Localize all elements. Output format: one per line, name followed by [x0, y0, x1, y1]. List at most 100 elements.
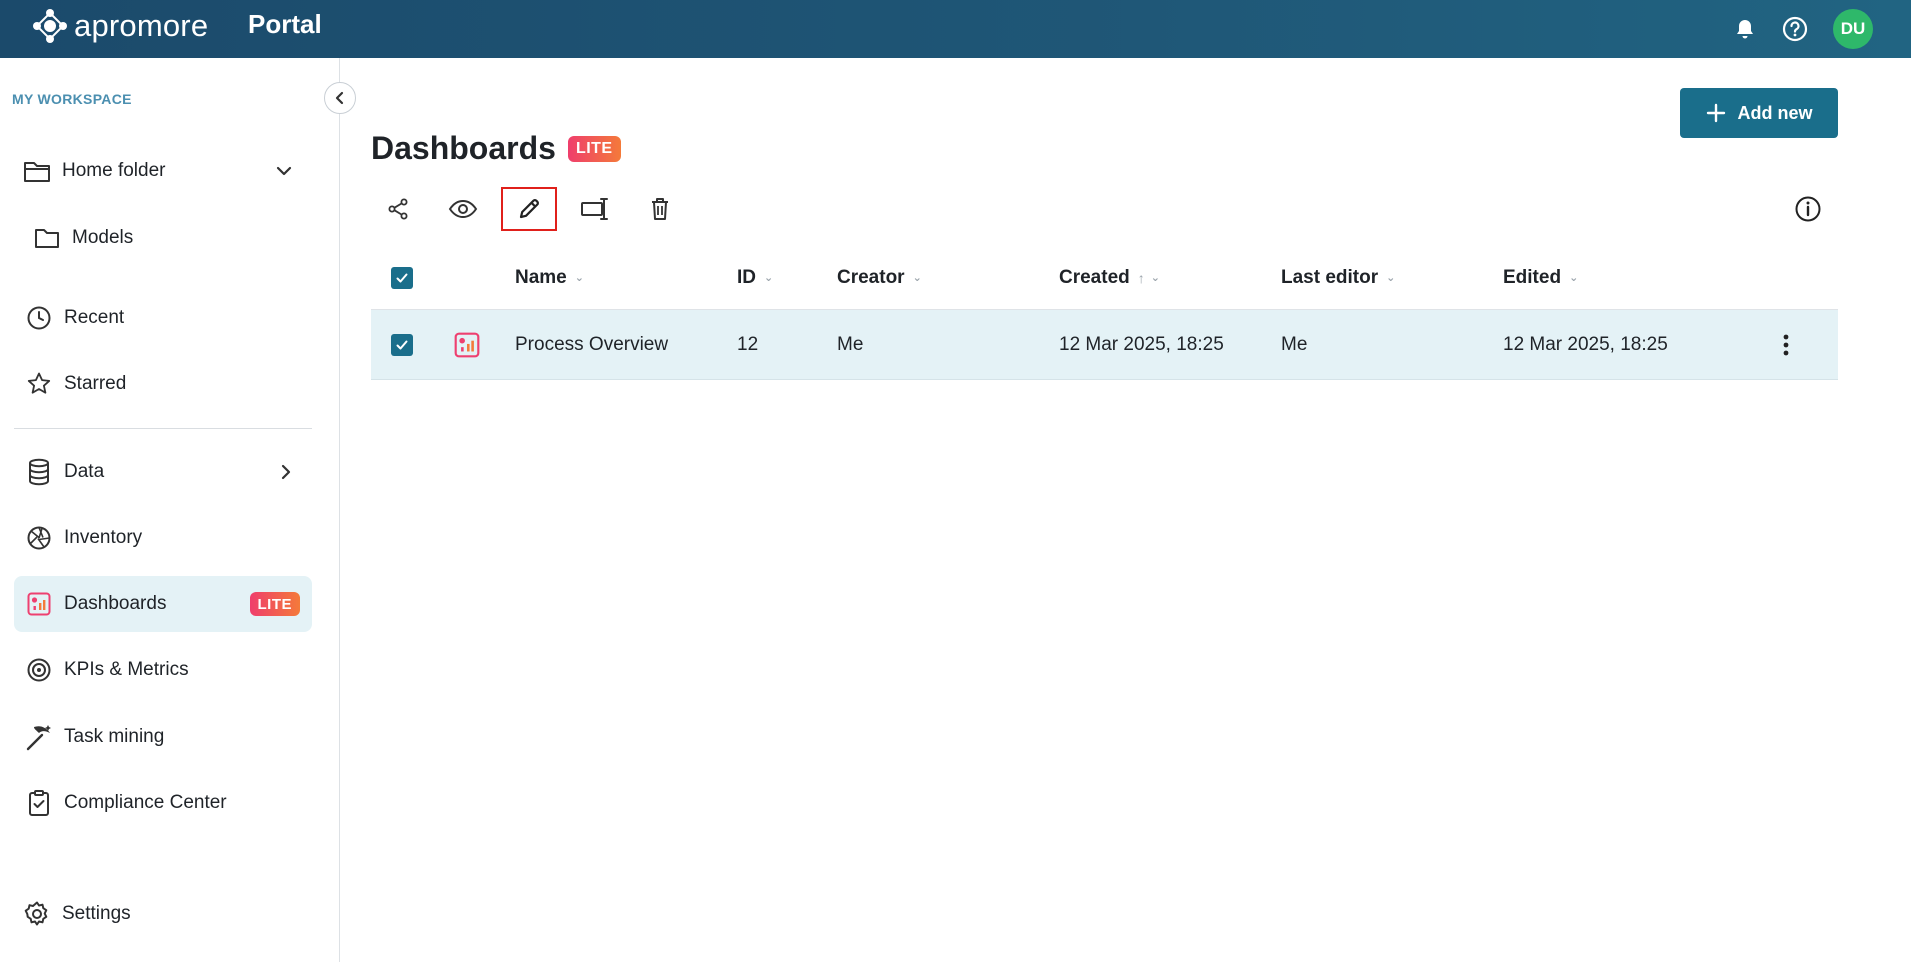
table-row[interactable]: Process Overview 12 Me 12 Mar 2025, 18:2… — [371, 310, 1838, 380]
info-button[interactable] — [1789, 190, 1827, 228]
trash-icon — [652, 198, 668, 220]
pencil-icon — [519, 199, 539, 219]
cell-creator: Me — [837, 333, 864, 355]
rename-icon — [581, 198, 608, 220]
column-label: Creator — [837, 266, 905, 288]
rename-button[interactable] — [568, 186, 622, 232]
collapse-sidebar-button[interactable] — [324, 82, 356, 114]
sort-chevron-icon: ⌄ — [912, 272, 922, 284]
pickaxe-icon — [24, 722, 54, 752]
sidebar-item-settings[interactable]: Settings — [12, 886, 310, 942]
sidebar-item-inventory[interactable]: Inventory — [14, 510, 312, 566]
page-title: Dashboards LITE — [371, 130, 621, 167]
folder-icon — [22, 156, 52, 186]
lite-badge: LITE — [567, 135, 621, 162]
column-header-id[interactable]: ID ⌄ — [737, 246, 773, 309]
chevron-left-icon — [335, 91, 344, 105]
cell-last-editor: Me — [1281, 333, 1308, 355]
sidebar-item-compliance-center[interactable]: Compliance Center — [14, 775, 312, 831]
dashboards-table: Name ⌄ ID ⌄ Creator ⌄ Created ↑ ⌄ Last editor… — [371, 246, 1838, 380]
column-header-name[interactable]: Name ⌄ — [515, 246, 584, 309]
clock-icon — [24, 303, 54, 333]
sidebar-item-label: Models — [72, 227, 134, 248]
sidebar-item-label: Settings — [62, 903, 131, 924]
add-new-label: Add new — [1737, 102, 1813, 123]
sidebar-item-label: Dashboards — [64, 593, 167, 614]
info-icon — [1795, 196, 1821, 222]
column-label: Name — [515, 266, 567, 288]
sidebar-item-data[interactable]: Data — [14, 444, 312, 500]
kebab-menu-icon — [1783, 334, 1789, 355]
aperture-icon — [24, 523, 54, 553]
check-icon — [396, 273, 408, 282]
main-content: Add new Dashboards LITE Name ⌄ ID ⌄ Crea… — [341, 58, 1911, 962]
column-header-created[interactable]: Created ↑ ⌄ — [1059, 246, 1160, 309]
sort-chevron-icon: ⌄ — [1569, 272, 1579, 284]
sidebar-item-label: Starred — [64, 373, 127, 394]
column-label: Created — [1059, 266, 1130, 288]
dashboard-icon — [453, 310, 481, 379]
sidebar: MY WORKSPACE Home folder Models Recent S… — [0, 58, 340, 962]
sort-chevron-icon: ⌄ — [1386, 272, 1396, 284]
sidebar-item-label: Home folder — [62, 160, 166, 181]
row-checkbox[interactable] — [391, 310, 413, 379]
sidebar-item-label: KPIs & Metrics — [64, 659, 189, 680]
column-header-last-editor[interactable]: Last editor ⌄ — [1281, 246, 1395, 309]
top-bar: apromore Portal DU — [0, 0, 1911, 58]
sidebar-item-label: Task mining — [64, 726, 165, 747]
table-header: Name ⌄ ID ⌄ Creator ⌄ Created ↑ ⌄ Last editor… — [371, 246, 1838, 310]
sidebar-item-dashboards[interactable]: Dashboards LITE — [14, 576, 312, 632]
row-menu-button[interactable] — [1771, 310, 1801, 379]
dashboard-icon — [24, 589, 54, 619]
cell-created: 12 Mar 2025, 18:25 — [1059, 333, 1224, 355]
column-label: ID — [737, 266, 756, 288]
page-title-text: Dashboards — [371, 130, 556, 166]
column-header-creator[interactable]: Creator ⌄ — [837, 246, 922, 309]
workspace-label: MY WORKSPACE — [12, 91, 132, 107]
column-label: Edited — [1503, 266, 1562, 288]
column-label: Last editor — [1281, 266, 1379, 288]
folder-icon — [32, 223, 62, 253]
chevron-down-icon[interactable] — [272, 159, 296, 183]
sidebar-item-kpis-metrics[interactable]: KPIs & Metrics — [14, 642, 312, 698]
clipboard-check-icon — [24, 788, 54, 818]
sidebar-item-label: Inventory — [64, 527, 143, 548]
sidebar-item-label: Compliance Center — [64, 792, 227, 813]
sort-chevron-icon: ⌄ — [764, 272, 774, 284]
select-all-checkbox[interactable] — [391, 246, 413, 309]
cell-edited: 12 Mar 2025, 18:25 — [1503, 333, 1668, 355]
add-new-button[interactable]: Add new — [1680, 88, 1838, 138]
sidebar-item-recent[interactable]: Recent — [14, 290, 312, 346]
brand[interactable]: apromore — [32, 8, 208, 44]
gear-icon — [22, 899, 52, 929]
apromore-logo-icon — [33, 9, 67, 43]
database-icon — [24, 457, 54, 487]
sidebar-item-label: Data — [64, 461, 105, 482]
sidebar-item-models[interactable]: Models — [22, 210, 320, 266]
chevron-right-icon[interactable] — [274, 460, 298, 484]
delete-button[interactable] — [633, 186, 687, 232]
view-button[interactable] — [436, 186, 490, 232]
sidebar-item-task-mining[interactable]: Task mining — [14, 709, 312, 765]
toolbar — [371, 186, 698, 232]
check-icon — [396, 340, 408, 349]
edit-button[interactable] — [501, 187, 557, 231]
sort-chevron-icon: ⌄ — [574, 272, 584, 284]
target-icon — [24, 655, 54, 685]
help-icon[interactable] — [1779, 13, 1811, 45]
sort-chevron-icon: ⌄ — [1150, 272, 1160, 284]
bell-icon[interactable] — [1729, 13, 1761, 45]
plus-icon — [1706, 103, 1725, 123]
cell-name[interactable]: Process Overview — [515, 310, 668, 379]
section-title: Portal — [248, 9, 322, 39]
sort-up-arrow-icon: ↑ — [1137, 269, 1145, 286]
column-header-edited[interactable]: Edited ⌄ — [1503, 246, 1578, 309]
share-icon — [388, 198, 408, 220]
sidebar-item-label: Recent — [64, 307, 125, 328]
share-button[interactable] — [371, 186, 425, 232]
sidebar-item-home-folder[interactable]: Home folder — [12, 143, 310, 199]
sidebar-item-starred[interactable]: Starred — [14, 356, 312, 412]
avatar[interactable]: DU — [1833, 9, 1873, 49]
eye-icon — [448, 199, 478, 219]
cell-id: 12 — [737, 333, 759, 355]
